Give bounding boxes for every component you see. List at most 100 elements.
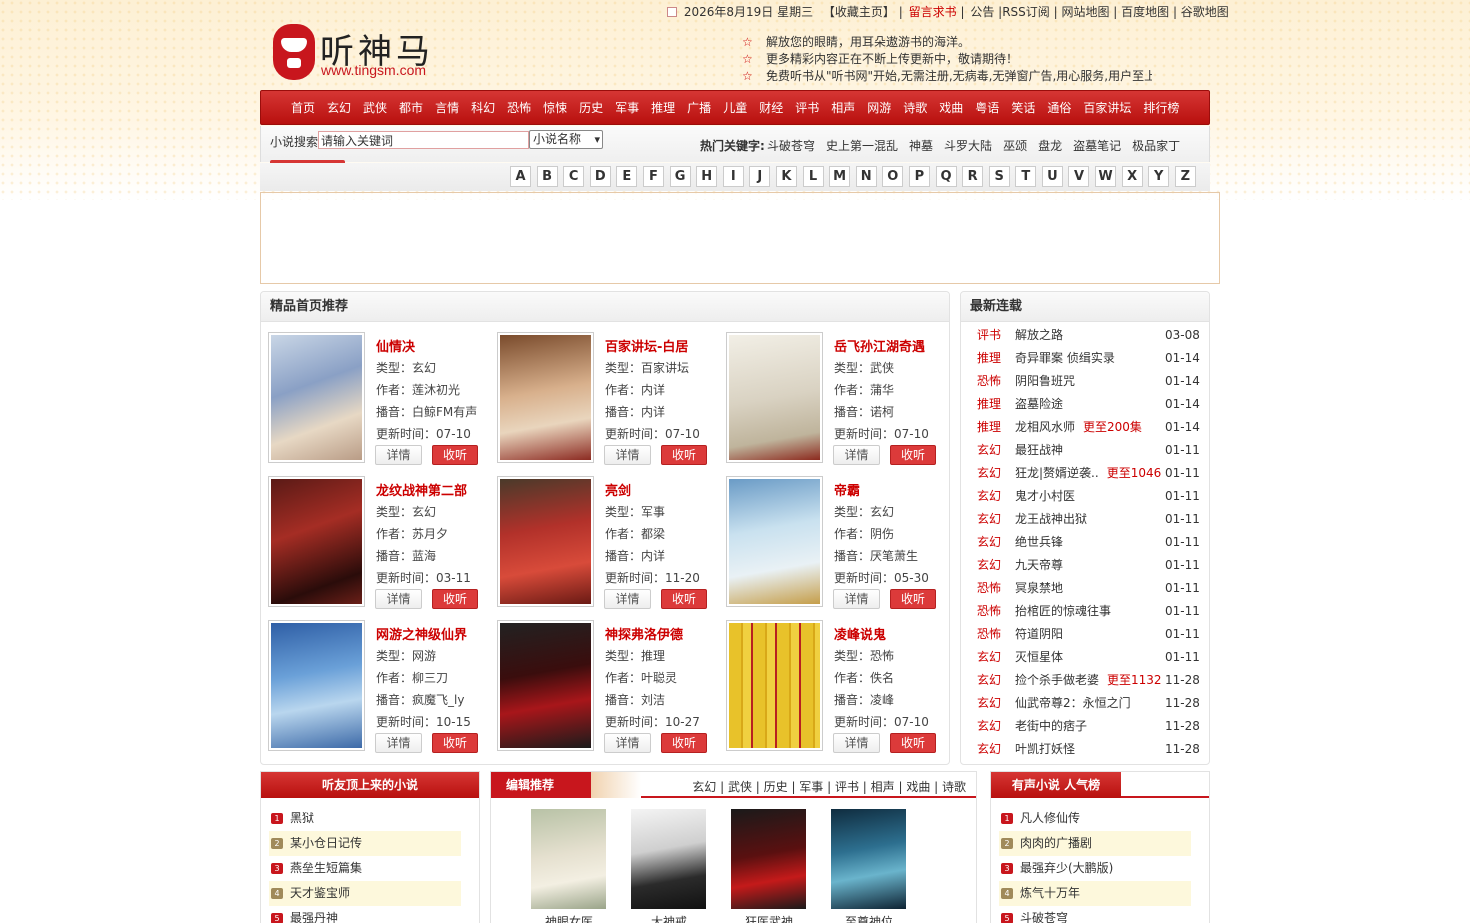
- top-links[interactable]: 公告 |RSS订阅 | 网站地图 | 百度地图 | 谷歌地图: [970, 5, 1228, 19]
- serial-title[interactable]: 抬棺匠的惊魂往事: [1015, 604, 1111, 618]
- list-item[interactable]: 玄幻 龙王战神出狱 01-11: [961, 508, 1209, 531]
- serial-title[interactable]: 老街中的痞子: [1015, 719, 1087, 733]
- book-cover[interactable]: [268, 620, 365, 751]
- ranked-item[interactable]: 4 天才鉴宝师: [269, 881, 461, 906]
- letter-button[interactable]: G: [669, 166, 691, 187]
- listen-button[interactable]: 收听: [432, 733, 478, 753]
- ranked-item[interactable]: 2 肉肉的广播剧: [999, 831, 1191, 856]
- guestbook-link[interactable]: 留言求书: [909, 5, 957, 19]
- editor-book-title[interactable]: 狂医武神: [724, 913, 814, 923]
- nav-item[interactable]: 诗歌: [903, 91, 927, 125]
- favorite-link[interactable]: 【收藏主页】: [823, 5, 895, 19]
- nav-item[interactable]: 惊悚: [543, 91, 567, 125]
- ranked-item[interactable]: 1 凡人修仙传: [999, 806, 1191, 831]
- editor-book-cover[interactable]: [631, 809, 706, 909]
- nav-item[interactable]: 玄幻: [327, 91, 351, 125]
- letter-button[interactable]: O: [882, 166, 904, 187]
- ranked-title[interactable]: 凡人修仙传: [1020, 811, 1080, 825]
- list-item[interactable]: 玄幻 鬼才小村医 01-11: [961, 485, 1209, 508]
- search-type-select[interactable]: 小说名称: [529, 130, 603, 149]
- book-cover[interactable]: [726, 620, 823, 751]
- nav-item[interactable]: 广播: [687, 91, 711, 125]
- ranked-title[interactable]: 最强丹神: [290, 911, 338, 923]
- ranked-item[interactable]: 3 最强弃少(大鹏版): [999, 856, 1191, 881]
- letter-button[interactable]: C: [563, 166, 585, 187]
- category-tag[interactable]: 玄幻: [977, 485, 1001, 508]
- serial-title[interactable]: 盗墓险途: [1015, 397, 1063, 411]
- nav-item[interactable]: 儿童: [723, 91, 747, 125]
- nav-item[interactable]: 戏曲: [939, 91, 963, 125]
- letter-button[interactable]: F: [642, 166, 664, 187]
- letter-button[interactable]: E: [616, 166, 638, 187]
- serial-title[interactable]: 冥泉禁地: [1015, 581, 1063, 595]
- list-item[interactable]: 恐怖 符道阴阳 01-11: [961, 623, 1209, 646]
- nav-item[interactable]: 评书: [795, 91, 819, 125]
- serial-title[interactable]: 鬼才小村医: [1015, 489, 1075, 503]
- listen-button[interactable]: 收听: [661, 733, 707, 753]
- letter-button[interactable]: U: [1041, 166, 1063, 187]
- letter-button[interactable]: Y: [1148, 166, 1170, 187]
- list-item[interactable]: 玄幻 九天帝尊 01-11: [961, 554, 1209, 577]
- letter-button[interactable]: Z: [1174, 166, 1196, 187]
- nav-item[interactable]: 网游: [867, 91, 891, 125]
- detail-button[interactable]: 详情: [604, 733, 651, 753]
- hot-keyword[interactable]: 巫颂: [1003, 137, 1027, 154]
- letter-button[interactable]: L: [802, 166, 824, 187]
- category-tag[interactable]: 恐怖: [977, 577, 1001, 600]
- letter-button[interactable]: P: [908, 166, 930, 187]
- editor-book-cover[interactable]: [531, 809, 606, 909]
- editor-book-title[interactable]: 大神戒: [624, 913, 714, 923]
- hot-keyword[interactable]: 极品家丁: [1132, 137, 1180, 154]
- letter-button[interactable]: S: [988, 166, 1010, 187]
- letter-button[interactable]: H: [696, 166, 718, 187]
- letter-button[interactable]: X: [1121, 166, 1143, 187]
- list-item[interactable]: 推理 龙相风水师 更至200集 01-14: [961, 416, 1209, 439]
- book-title[interactable]: 岳飞孙江湖奇遇: [834, 336, 925, 355]
- nav-item[interactable]: 财经: [759, 91, 783, 125]
- ranked-title[interactable]: 某小仓日记传: [290, 836, 362, 850]
- ranked-title[interactable]: 天才鉴宝师: [290, 886, 350, 900]
- hot-keyword[interactable]: 神墓: [909, 137, 933, 154]
- serial-title[interactable]: 奇异罪案 侦缉实录: [1015, 351, 1115, 365]
- list-item[interactable]: 玄幻 最狂战神 01-11: [961, 439, 1209, 462]
- letter-button[interactable]: I: [722, 166, 744, 187]
- letter-button[interactable]: V: [1068, 166, 1090, 187]
- list-item[interactable]: 玄幻 老街中的痞子 11-28: [961, 715, 1209, 738]
- book-title[interactable]: 亮剑: [605, 480, 631, 499]
- letter-button[interactable]: D: [589, 166, 611, 187]
- nav-item[interactable]: 通俗: [1047, 91, 1071, 125]
- category-tag[interactable]: 玄幻: [977, 554, 1001, 577]
- letter-button[interactable]: J: [749, 166, 771, 187]
- nav-item[interactable]: 都市: [399, 91, 423, 125]
- letter-button[interactable]: T: [1015, 166, 1037, 187]
- category-tag[interactable]: 玄幻: [977, 692, 1001, 715]
- ranked-title[interactable]: 燕垒生短篇集: [290, 861, 362, 875]
- nav-item[interactable]: 军事: [615, 91, 639, 125]
- letter-button[interactable]: B: [536, 166, 558, 187]
- category-tag[interactable]: 玄幻: [977, 508, 1001, 531]
- book-title[interactable]: 凌峰说鬼: [834, 624, 886, 643]
- category-tag[interactable]: 恐怖: [977, 370, 1001, 393]
- nav-item[interactable]: 言情: [435, 91, 459, 125]
- list-item[interactable]: 玄幻 灭恒星体 01-11: [961, 646, 1209, 669]
- ranked-item[interactable]: 5 斗破苍穹: [999, 906, 1191, 923]
- list-item[interactable]: 恐怖 抬棺匠的惊魂往事 01-11: [961, 600, 1209, 623]
- book-title[interactable]: 仙情决: [376, 336, 415, 355]
- ranked-title[interactable]: 最强弃少(大鹏版): [1020, 861, 1113, 875]
- serial-title[interactable]: 阴阳鲁班咒: [1015, 374, 1075, 388]
- book-title[interactable]: 网游之神级仙界: [376, 624, 467, 643]
- nav-item[interactable]: 相声: [831, 91, 855, 125]
- category-tag[interactable]: 推理: [977, 416, 1001, 439]
- category-tag[interactable]: 玄幻: [977, 531, 1001, 554]
- hot-keyword[interactable]: 盘龙: [1038, 137, 1062, 154]
- nav-item[interactable]: 粤语: [975, 91, 999, 125]
- category-tag[interactable]: 恐怖: [977, 600, 1001, 623]
- list-item[interactable]: 玄幻 狂龙|赘婿逆袭.. 更至1046 01-11: [961, 462, 1209, 485]
- letter-button[interactable]: K: [775, 166, 797, 187]
- nav-item[interactable]: 排行榜: [1143, 91, 1179, 125]
- category-tag[interactable]: 玄幻: [977, 738, 1001, 761]
- listen-button[interactable]: 收听: [890, 733, 936, 753]
- editor-book-title[interactable]: 神眼女医: [524, 913, 614, 923]
- editor-book-cover[interactable]: [831, 809, 906, 909]
- ranked-title[interactable]: 黑狱: [290, 811, 314, 825]
